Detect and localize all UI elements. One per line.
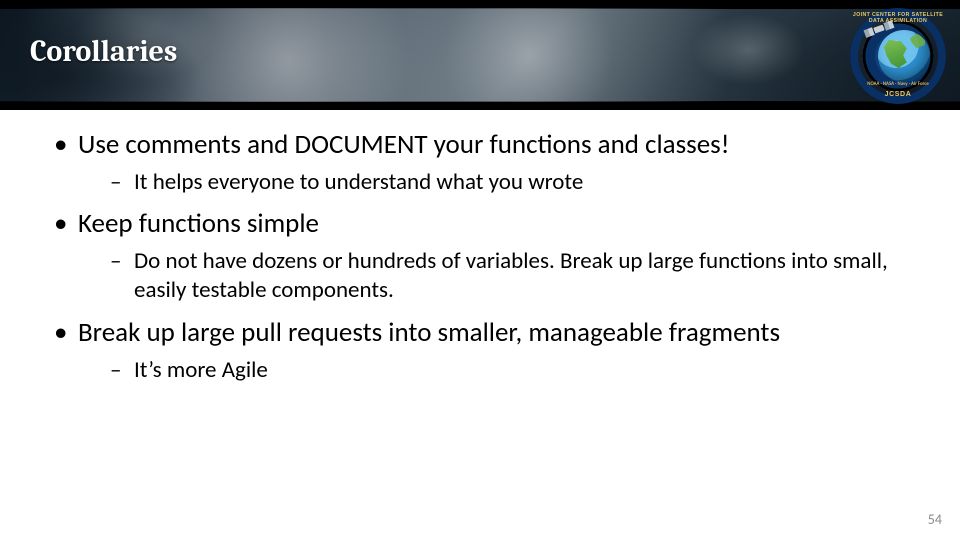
- bullet-item: Keep functions simple Do not have dozens…: [48, 207, 912, 306]
- header-banner: Corollaries JOINT CENTER FOR SATELLITE D…: [0, 0, 960, 110]
- bullet-text: Keep functions simple: [78, 207, 319, 240]
- slide-body: Use comments and DOCUMENT your functions…: [48, 128, 912, 395]
- logo-bottom-text: JCSDA: [850, 91, 946, 98]
- sub-bullet-text: Do not have dozens or hundreds of variab…: [134, 247, 888, 304]
- bullet-list: Use comments and DOCUMENT your functions…: [48, 128, 912, 385]
- bullet-item: Break up large pull requests into smalle…: [48, 316, 912, 385]
- bullet-item: Use comments and DOCUMENT your functions…: [48, 128, 912, 197]
- banner-bottom-bar: [0, 102, 960, 110]
- sub-bullet-list: It’s more Agile: [78, 356, 912, 385]
- slide-title: Corollaries: [30, 34, 177, 69]
- sub-bullet-list: It helps everyone to understand what you…: [78, 168, 912, 197]
- sub-bullet-item: It helps everyone to understand what you…: [78, 168, 912, 197]
- page-number: 54: [928, 511, 942, 528]
- logo-agencies-text: NOAA · NASA · Navy · Air Force: [850, 81, 946, 87]
- sub-bullet-list: Do not have dozens or hundreds of variab…: [78, 247, 912, 306]
- globe-icon: [878, 30, 930, 82]
- jcsda-logo: JOINT CENTER FOR SATELLITE DATA ASSIMILA…: [850, 8, 946, 104]
- bullet-text: Break up large pull requests into smalle…: [78, 316, 780, 349]
- banner-top-bar: [0, 0, 960, 8]
- sub-bullet-item: It’s more Agile: [78, 356, 912, 385]
- sub-bullet-item: Do not have dozens or hundreds of variab…: [78, 247, 912, 306]
- logo-top-text: JOINT CENTER FOR SATELLITE DATA ASSIMILA…: [850, 12, 946, 24]
- bullet-text: Use comments and DOCUMENT your functions…: [78, 128, 730, 161]
- sub-bullet-text: It’s more Agile: [134, 356, 268, 384]
- sub-bullet-text: It helps everyone to understand what you…: [134, 168, 583, 196]
- slide: Corollaries JOINT CENTER FOR SATELLITE D…: [0, 0, 960, 540]
